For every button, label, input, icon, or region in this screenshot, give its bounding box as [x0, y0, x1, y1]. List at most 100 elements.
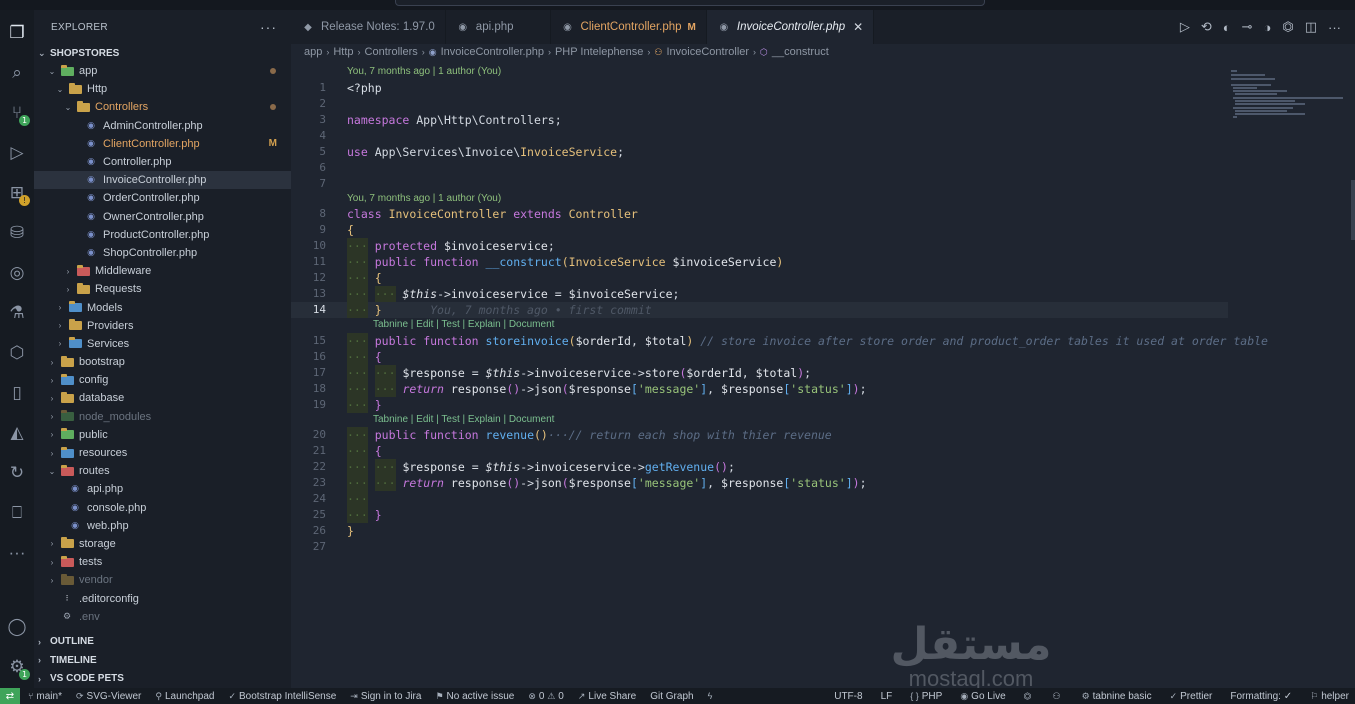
explorer-icon[interactable]: ❐ — [5, 21, 29, 45]
search-icon[interactable]: ⌕ — [5, 61, 29, 85]
code-line[interactable]: 5 use App\Services\Invoice\InvoiceService… — [291, 144, 1231, 160]
code-line[interactable]: 16 ··· { — [291, 348, 1231, 365]
accounts-status[interactable]: ⚇ — [1053, 691, 1064, 702]
git-branch[interactable]: ⑂ main* — [28, 691, 62, 702]
git-blame-lens[interactable]: You, 7 months ago | 1 author (You) — [291, 192, 1231, 207]
tree-file[interactable]: ⁝ .editorconfig — [34, 589, 291, 607]
code-line[interactable]: 21 ··· { — [291, 443, 1231, 460]
breadcrumb-item[interactable]: Http — [333, 46, 353, 58]
tree-folder[interactable]: ⌄ routes — [34, 462, 291, 480]
extensions-icon[interactable]: ⊞! — [5, 181, 30, 206]
code-line[interactable]: 9{ — [291, 222, 1231, 238]
vscode-pets-section[interactable]: › VS CODE PETS — [34, 670, 291, 689]
code-line-current[interactable]: 14 ··· } You, 7 months ago • first commit — [291, 302, 1228, 319]
code-line[interactable]: 25 ··· } — [291, 507, 1231, 524]
status-item[interactable]: ⟳ SVG-Viewer — [76, 691, 141, 702]
tree-file[interactable]: ◉ OrderController.php — [34, 189, 291, 207]
bookmarks-icon[interactable]: ⎕ — [5, 501, 29, 525]
status-item[interactable]: Git Graph — [650, 691, 693, 702]
tree-folder[interactable]: ⌄ Http — [34, 80, 291, 98]
tree-file[interactable]: ◉ AdminController.php — [34, 117, 291, 135]
copilot-status[interactable]: ⏣ — [1024, 691, 1035, 702]
code-line[interactable]: 19 ··· } — [291, 396, 1231, 413]
tree-folder[interactable]: › config — [34, 371, 291, 389]
code-line[interactable]: 15 ··· public function storeinvoice($orde… — [291, 332, 1268, 349]
tab-api-php[interactable]: ◉ api.php — [446, 10, 551, 44]
code-line[interactable]: 18 ··· ··· return response()->json($respo… — [291, 380, 1231, 397]
command-center-search[interactable] — [395, 0, 985, 6]
code-editor[interactable]: You, 7 months ago | 1 author (You) 1 <?ph… — [291, 65, 1268, 555]
tree-folder[interactable]: ⌄ Controllers — [34, 98, 291, 116]
code-line[interactable]: 2 — [291, 96, 1231, 112]
source-control-icon[interactable]: ⑂ 1 — [5, 101, 30, 126]
tree-folder[interactable]: › resources — [34, 444, 291, 462]
tree-folder[interactable]: › bootstrap — [34, 353, 291, 371]
tree-file[interactable]: ◉ Controller.php — [34, 153, 291, 171]
tree-file[interactable]: ◉ InvoiceController.php — [34, 171, 291, 190]
more-actions-icon[interactable]: ··· — [1328, 20, 1341, 35]
breadcrumb-item[interactable]: app — [304, 46, 322, 58]
breadcrumb-item[interactable]: InvoiceController — [667, 46, 750, 58]
tree-folder[interactable]: › public — [34, 426, 291, 444]
tabnine-status[interactable]: ⚙ tabnine basic — [1082, 691, 1152, 702]
status-item[interactable]: ⚲ Launchpad — [155, 691, 214, 702]
tab-client-controller[interactable]: ◉ ClientController.php M — [551, 10, 707, 44]
tree-folder[interactable]: › Services — [34, 335, 291, 353]
git-compare-icon[interactable]: ⊸ — [1242, 19, 1253, 35]
breadcrumb-item[interactable]: PHP Intelephense — [555, 46, 643, 58]
code-line[interactable]: 6 — [291, 160, 1231, 176]
split-editor-icon[interactable]: ◫ — [1305, 19, 1317, 35]
tabnine-lens[interactable]: Tabnine | Edit | Test | Explain | Docume… — [291, 413, 1231, 428]
code-line[interactable]: 17 ··· ··· $response = $this->invoiceserv… — [291, 364, 1231, 381]
tree-folder[interactable]: › Models — [34, 298, 291, 316]
tab-invoice-controller[interactable]: ◉ InvoiceController.php ✕ — [706, 10, 875, 44]
tree-folder[interactable]: › Middleware — [34, 262, 291, 280]
tree-file[interactable]: ◉ OwnerController.php — [34, 208, 291, 226]
git-next-change-icon[interactable]: ◑ — [1263, 20, 1271, 35]
status-item[interactable]: ⚑ No active issue — [435, 691, 514, 702]
account-icon[interactable]: ◯ — [5, 615, 29, 639]
code-line[interactable]: 12 ··· { — [291, 270, 1231, 287]
tree-folder[interactable]: › Requests — [34, 280, 291, 298]
encoding[interactable]: UTF-8 — [834, 691, 862, 702]
tab-release-notes[interactable]: ◆ Release Notes: 1.97.0 — [291, 10, 446, 44]
run-icon[interactable]: ▷ — [1180, 19, 1190, 35]
tree-file[interactable]: ◉ console.php — [34, 499, 291, 517]
breadcrumb-item[interactable]: Controllers — [365, 46, 418, 58]
run-debug-icon[interactable]: ▷ — [5, 141, 29, 165]
minimap-slider[interactable] — [1351, 180, 1355, 240]
tabnine-lens[interactable]: Tabnine | Edit | Test | Explain | Docume… — [291, 318, 1231, 333]
tree-folder[interactable]: ⌄ app — [34, 62, 291, 80]
settings-gear-icon[interactable]: ⚙ 1 — [5, 655, 30, 680]
history-icon[interactable]: ⟲ — [1201, 19, 1212, 35]
outline-section[interactable]: › OUTLINE — [34, 633, 291, 652]
docker-icon[interactable]: ⬡ — [5, 341, 29, 365]
status-item[interactable]: ✓ Bootstrap IntelliSense — [228, 691, 336, 702]
language-mode[interactable]: { } PHP — [910, 691, 942, 702]
prettier-status[interactable]: ✓ Prettier — [1170, 691, 1213, 702]
code-line[interactable]: 1 <?php — [291, 80, 1231, 96]
git-blame-lens[interactable]: You, 7 months ago | 1 author (You) — [291, 65, 1231, 80]
code-line[interactable]: 27 — [291, 539, 1231, 555]
project-section[interactable]: ⌄ SHOPSTORES — [34, 44, 291, 62]
tree-folder[interactable]: › storage — [34, 535, 291, 553]
code-line[interactable]: 24 ··· — [291, 491, 1231, 508]
code-line[interactable]: 8 class InvoiceController extends Control… — [291, 206, 1231, 222]
status-item[interactable]: ⇥ Sign in to Jira — [350, 691, 421, 702]
close-icon[interactable]: ✕ — [853, 20, 863, 34]
tree-folder[interactable]: › vendor — [34, 571, 291, 589]
code-line[interactable]: 3 namespace App\Http\Controllers; — [291, 112, 1231, 128]
tree-folder[interactable]: › Providers — [34, 317, 291, 335]
code-line[interactable]: 26} — [291, 523, 1231, 539]
tree-file[interactable]: ◉ ClientController.php M — [34, 135, 291, 153]
status-item[interactable]: ϟ — [708, 691, 716, 701]
remote-explorer-icon[interactable]: ◎ — [5, 261, 29, 285]
go-live[interactable]: ◉ Go Live — [960, 691, 1005, 702]
tree-file[interactable]: ⚙ .env — [34, 608, 291, 626]
eol[interactable]: LF — [881, 691, 893, 702]
tree-file[interactable]: ◉ api.php — [34, 480, 291, 498]
code-line[interactable]: 4 — [291, 128, 1231, 144]
testing-icon[interactable]: ⚗ — [5, 301, 29, 325]
breadcrumb-item[interactable]: __construct — [772, 46, 829, 58]
tree-file[interactable]: ◉ ProductController.php — [34, 226, 291, 244]
